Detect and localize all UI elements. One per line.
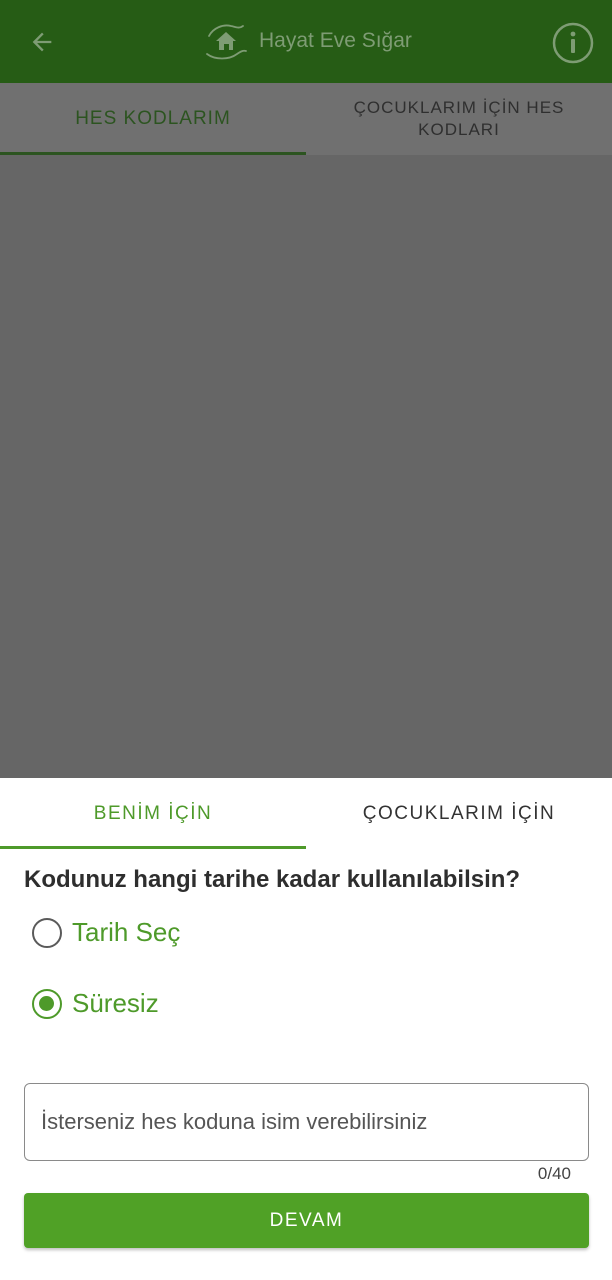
radio-unchecked-icon[interactable] [32,917,62,948]
dimmed-background [0,83,612,778]
bottom-sheet: BENİM İÇİN ÇOCUKLARIM İÇİN Kodunuz hangi… [0,778,612,1280]
option-suresiz[interactable]: Süresiz [32,988,159,1019]
tab-cocuklarim-icin-hes-kodlari[interactable]: ÇOCUKLARIM İÇİN HES KODLARI [306,83,612,155]
back-button[interactable] [22,22,62,62]
arrow-left-icon [32,32,52,52]
app-bar: Hayat Eve Sığar [0,0,612,83]
app-title: Hayat Eve Sığar [259,29,412,52]
background-tab-bar: HES KODLARIM ÇOCUKLARIM İÇİN HES KODLARI [0,83,612,155]
option-label: Süresiz [72,988,159,1018]
sheet-tab-indicator [0,846,306,849]
tab-hes-kodlarim[interactable]: HES KODLARIM [0,83,306,155]
devam-button[interactable]: DEVAM [24,1193,589,1248]
info-circle-icon [552,22,594,64]
radio-checked-icon[interactable] [32,988,62,1019]
background-tab-indicator [0,152,306,155]
app-brand: Hayat Eve Sığar [203,18,412,64]
tab-cocuklarim-icin[interactable]: ÇOCUKLARIM İÇİN [306,778,612,850]
info-button[interactable] [551,21,595,65]
option-tarih-sec[interactable]: Tarih Seç [32,917,180,948]
tab-benim-icin[interactable]: BENİM İÇİN [0,778,306,850]
code-name-input[interactable] [24,1083,589,1161]
character-counter: 0/40 [537,1164,571,1183]
expiry-question: Kodunuz hangi tarihe kadar kullanılabils… [24,866,521,893]
house-in-hands-icon [206,24,247,60]
option-label: Tarih Seç [72,917,181,947]
